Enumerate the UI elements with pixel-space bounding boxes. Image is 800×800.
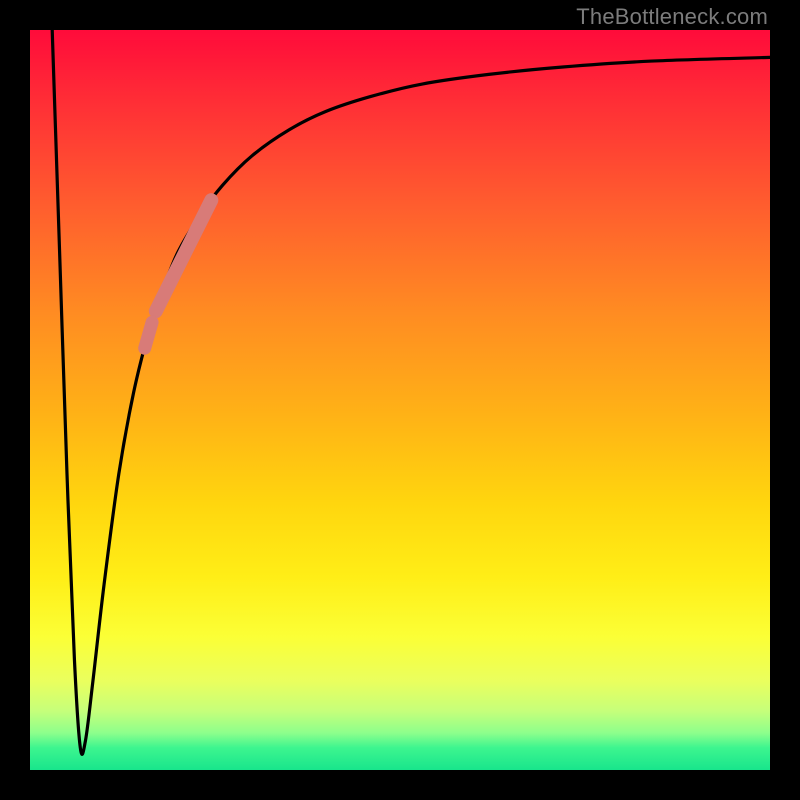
highlight-segment-upper — [156, 200, 212, 311]
bottleneck-curve — [52, 30, 770, 754]
curve-layer — [30, 30, 770, 770]
chart-container: TheBottleneck.com — [0, 0, 800, 800]
plot-area — [30, 30, 770, 770]
watermark-text: TheBottleneck.com — [576, 4, 768, 30]
highlight-segment-lower — [145, 322, 152, 348]
